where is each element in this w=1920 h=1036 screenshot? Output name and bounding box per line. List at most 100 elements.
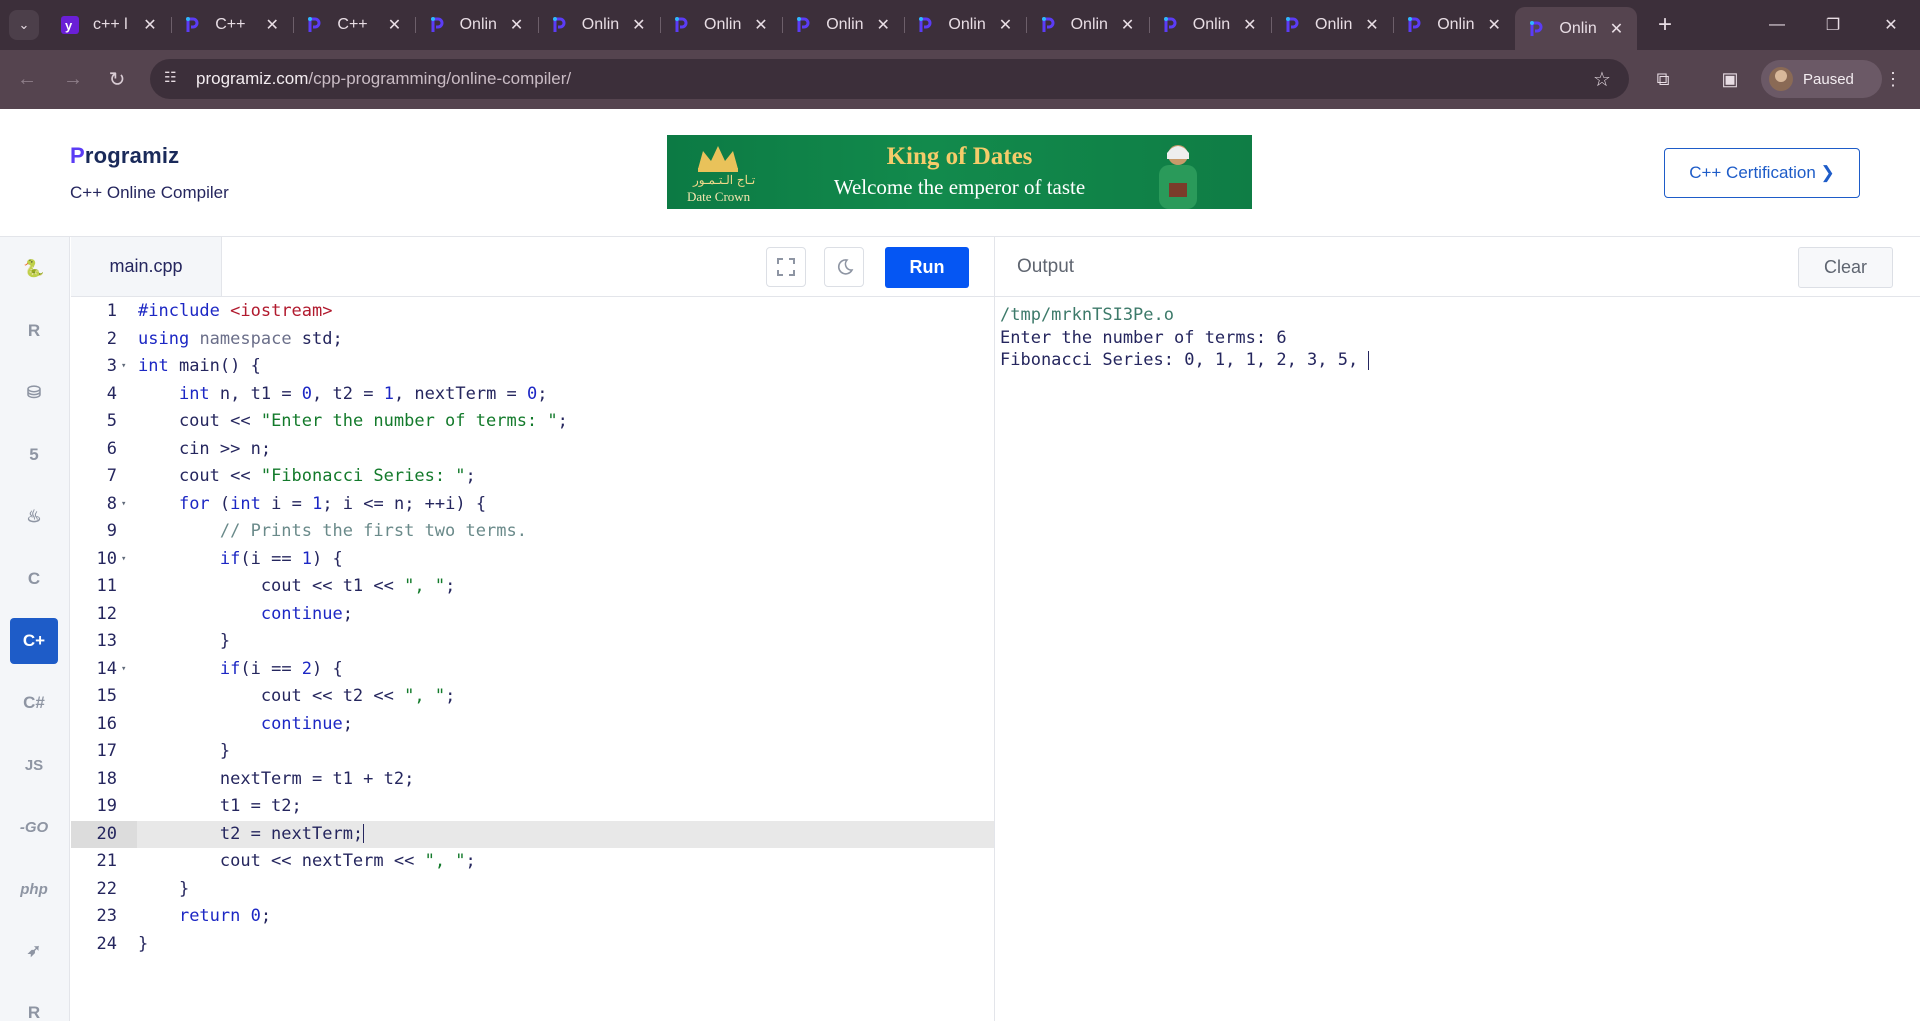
fold-toggle-icon[interactable]: ▾ [121, 656, 126, 684]
language-rust-button[interactable]: R [10, 990, 58, 1036]
close-tab-icon[interactable]: ✕ [1117, 14, 1139, 36]
fold-toggle-icon[interactable]: ▾ [121, 353, 126, 381]
fold-toggle-icon[interactable]: ▾ [121, 491, 126, 519]
forward-button[interactable]: → [58, 64, 88, 94]
line-number: 10 [96, 548, 117, 569]
browser-tab[interactable]: Onlin ✕ [782, 8, 904, 42]
tab-title: Onlin [948, 16, 986, 33]
programiz-icon [1405, 16, 1423, 34]
language-js-button[interactable]: JS [10, 742, 58, 788]
database-icon: ⛁ [26, 383, 42, 402]
certification-button[interactable]: C++ Certification ❯ [1664, 148, 1860, 198]
side-panel-icon: ▣ [1721, 68, 1739, 89]
code-editor[interactable]: 1 #include <iostream> 2 using namespace std… [71, 298, 994, 1021]
line-number: 5 [106, 411, 117, 431]
programiz-icon [916, 16, 934, 34]
site-info-icon[interactable]: ☷ [164, 69, 186, 89]
line-number: 12 [96, 603, 117, 624]
ad-person-image [1159, 145, 1197, 209]
profile-button[interactable]: Paused [1761, 60, 1882, 98]
line-number: 24 [96, 933, 117, 954]
code-text: for (int i = 1; i <= n; ++i) { [178, 493, 487, 514]
language-sql-button[interactable]: ⛁ [10, 370, 58, 416]
dark-mode-toggle[interactable] [824, 247, 864, 287]
programiz-logo[interactable]: Programiz [70, 143, 179, 173]
clear-button[interactable]: Clear [1798, 247, 1893, 288]
language-php-button[interactable]: php [10, 866, 58, 912]
reload-button[interactable]: ↻ [102, 64, 132, 94]
language-r-button[interactable]: R [10, 308, 58, 354]
close-tab-icon[interactable]: ✕ [1483, 14, 1505, 36]
browser-tab[interactable]: Onlin ✕ [538, 8, 660, 42]
bookmark-star-icon[interactable]: ☆ [1589, 66, 1615, 92]
browser-tab[interactable]: Onlin ✕ [1271, 8, 1393, 42]
close-tab-icon[interactable]: ✕ [261, 14, 283, 36]
r-icon: R [27, 321, 41, 340]
browser-tab[interactable]: C++ ✕ [171, 8, 293, 42]
language-csharp-button[interactable]: C# [10, 680, 58, 726]
code-line: 17 } [71, 738, 994, 766]
browser-tab[interactable]: Onlin ✕ [1027, 8, 1149, 42]
output-line: Fibonacci Series: 0, 1, 1, 2, 3, 5, [1000, 350, 1370, 370]
close-tab-icon[interactable]: ✕ [872, 14, 894, 36]
minimize-button[interactable]: — [1757, 10, 1797, 40]
language-java-button[interactable]: ♨ [10, 494, 58, 540]
language-c-button[interactable]: C [10, 556, 58, 602]
code-text: t1 = t2; [138, 796, 302, 816]
close-tab-icon[interactable]: ✕ [1605, 18, 1627, 40]
tab-title: Onlin [1192, 16, 1231, 33]
extensions-button[interactable]: ⧉ [1648, 64, 1678, 94]
side-panel-button[interactable]: ▣ [1715, 64, 1745, 94]
language-go-button[interactable]: -GO [10, 804, 58, 850]
c-icon: C [27, 569, 41, 588]
output-console[interactable]: /tmp/mrknTSI3Pe.o Enter the number of ter… [995, 298, 1920, 1021]
new-tab-button[interactable]: + [1650, 10, 1680, 40]
browser-tab[interactable]: Onlin ✕ [660, 8, 782, 42]
close-tab-icon[interactable]: ✕ [750, 14, 772, 36]
code-line: 12 continue; [71, 601, 994, 629]
address-bar[interactable]: ☷ programiz.com/cpp-programming/online-c… [150, 59, 1629, 99]
kebab-menu-icon: ⋮ [1884, 68, 1902, 89]
tab-search-button[interactable]: ⌄ [9, 10, 39, 40]
close-tab-icon[interactable]: ✕ [994, 14, 1016, 36]
browser-menu-button[interactable]: ⋮ [1878, 64, 1908, 94]
browser-tab[interactable]: y c++ l ✕ [49, 8, 171, 42]
browser-toolbar: ← → ↻ ☷ programiz.com/cpp-programming/on… [0, 50, 1920, 109]
browser-tab[interactable]: Onlin ✕ [904, 8, 1026, 42]
close-tab-icon[interactable]: ✕ [628, 14, 650, 36]
file-tab-main-cpp[interactable]: main.cpp [71, 237, 222, 296]
close-tab-icon[interactable]: ✕ [383, 14, 405, 36]
avatar [1769, 67, 1793, 91]
line-number: 21 [96, 851, 117, 871]
browser-tab[interactable]: Onlin ✕ [1515, 7, 1638, 50]
fold-toggle-icon[interactable]: ▾ [121, 546, 126, 574]
code-text: if(i == 1) { [219, 548, 343, 569]
browser-tab[interactable]: C++ ✕ [293, 8, 415, 42]
svg-text:y: y [65, 18, 73, 33]
back-button[interactable]: ← [12, 64, 42, 94]
language-swift-button[interactable]: ➶ [10, 928, 58, 974]
close-window-button[interactable]: ✕ [1871, 10, 1911, 40]
code-line: 13 } [71, 628, 994, 656]
advertisement-banner[interactable]: تـاج الـتـمـور Date Crown King of Dates … [667, 135, 1252, 209]
run-button[interactable]: Run [885, 247, 969, 288]
close-tab-icon[interactable]: ✕ [506, 14, 528, 36]
close-tab-icon[interactable]: ✕ [1239, 14, 1261, 36]
code-line: 3 ▾ int main() { [71, 353, 994, 381]
browser-tab[interactable]: Onlin ✕ [416, 8, 538, 42]
code-line: 15 cout << t2 << ", "; [71, 683, 994, 711]
language-python-button[interactable]: 🐍 [10, 246, 58, 292]
close-tab-icon[interactable]: ✕ [1361, 14, 1383, 36]
logo-letter: P [70, 143, 85, 168]
code-text: cout << t1 << ", "; [138, 576, 456, 596]
language-cpp-button[interactable]: C+ [10, 618, 58, 664]
code-line: 22 } [71, 876, 994, 904]
browser-tab[interactable]: Onlin ✕ [1393, 8, 1515, 42]
browser-tab[interactable]: Onlin ✕ [1149, 8, 1271, 42]
close-tab-icon[interactable]: ✕ [139, 14, 161, 36]
code-text: using namespace std; [138, 328, 343, 349]
code-text: #include <iostream> [138, 301, 333, 321]
fullscreen-button[interactable] [766, 247, 806, 287]
language-html-button[interactable]: 5 [10, 432, 58, 478]
restore-button[interactable]: ❐ [1813, 10, 1853, 40]
